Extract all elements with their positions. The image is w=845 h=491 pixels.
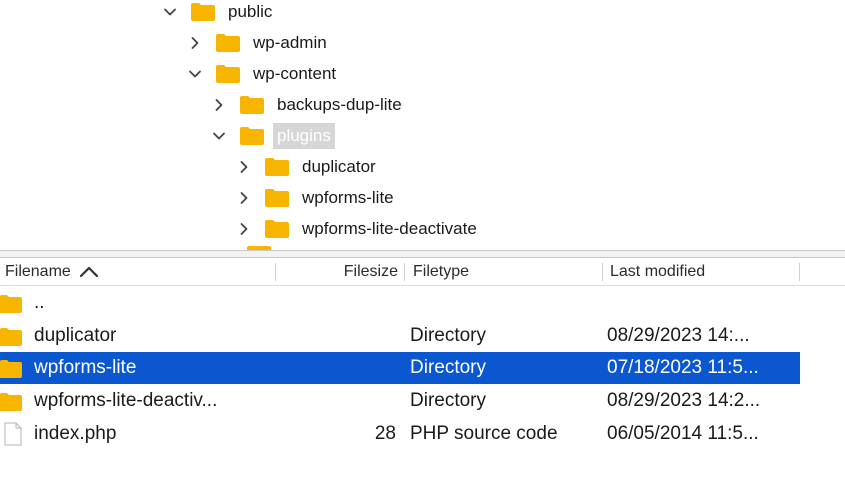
column-divider[interactable]: [602, 263, 603, 281]
tree-item-label: public: [228, 1, 273, 21]
modified-cell: 08/29/2023 14:...: [607, 325, 750, 346]
tree-item-label: wpforms-lite: [302, 187, 394, 207]
tree-item-backups-dup-lite[interactable]: backups-dup-lite: [212, 89, 406, 120]
filetype-cell: PHP source code: [410, 423, 558, 444]
chevron-right-icon[interactable]: [237, 191, 251, 205]
tree-item-label: backups-dup-lite: [277, 94, 402, 114]
filename-cell: ..: [34, 292, 45, 313]
column-header-label: Last modified: [610, 263, 706, 280]
column-header-label: Filetype: [413, 263, 470, 280]
column-divider[interactable]: [799, 263, 800, 281]
modified-cell: 08/29/2023 14:2...: [607, 390, 761, 411]
folder-icon: [265, 188, 289, 207]
filename-cell: duplicator: [34, 325, 117, 346]
chevron-right-icon[interactable]: [188, 36, 202, 50]
folder-icon: [240, 126, 264, 145]
table-row[interactable]: wpforms-lite-deactiv... Directory 08/29/…: [0, 385, 800, 417]
folder-icon: [0, 392, 22, 411]
filetype-cell: Directory: [410, 325, 487, 346]
tree-item-wp-content[interactable]: wp-content: [188, 58, 340, 89]
column-header-last-modified[interactable]: Last modified: [610, 258, 705, 286]
folder-icon: [216, 33, 240, 52]
tree-item-label: wpforms-lite-deactivate: [302, 218, 477, 238]
column-header-filename[interactable]: Filename: [5, 258, 99, 286]
filetype-cell: Directory: [410, 390, 487, 411]
tree-item-public[interactable]: public: [163, 0, 276, 27]
table-row[interactable]: index.php 28 PHP source code 06/05/2014 …: [0, 418, 800, 450]
column-header-filetype[interactable]: Filetype: [413, 258, 469, 286]
tree-item-wpforms-lite-deactivate[interactable]: wpforms-lite-deactivate: [237, 213, 481, 244]
filename-cell: wpforms-lite-deactiv...: [34, 390, 218, 411]
filetype-cell: Directory: [410, 357, 487, 378]
file-icon: [4, 422, 22, 446]
tree-item-label: wp-content: [253, 63, 337, 83]
tree-item-label: duplicator: [302, 156, 376, 176]
tree-item-label: plugins: [273, 122, 335, 149]
column-header-label: Filename: [5, 263, 71, 280]
modified-cell: 07/18/2023 11:5...: [607, 357, 759, 378]
folder-icon: [240, 95, 264, 114]
chevron-down-icon[interactable]: [163, 5, 177, 19]
chevron-right-icon[interactable]: [237, 160, 251, 174]
list-header: Filename Filesize Filetype Last modified: [0, 258, 845, 286]
filesize-cell: 28: [374, 423, 396, 444]
modified-cell: 06/05/2014 11:5...: [607, 423, 759, 444]
column-header-label: Filesize: [343, 263, 398, 280]
tree-item-label: wp-admin: [253, 32, 327, 52]
folder-icon: [0, 359, 22, 378]
table-row-selected[interactable]: wpforms-lite Directory 07/18/2023 11:5..…: [0, 352, 800, 384]
chevron-right-icon[interactable]: [237, 222, 251, 236]
table-row[interactable]: duplicator Directory 08/29/2023 14:...: [0, 320, 800, 352]
filename-cell: wpforms-lite: [34, 357, 137, 378]
chevron-up-icon[interactable]: [79, 265, 99, 279]
table-row[interactable]: ..: [0, 287, 800, 319]
column-divider[interactable]: [404, 263, 405, 281]
filename-cell: index.php: [34, 423, 117, 444]
tree-item-duplicator[interactable]: duplicator: [237, 151, 380, 182]
folder-icon: [216, 64, 240, 83]
folder-icon: [0, 327, 22, 346]
tree-item-plugins[interactable]: plugins: [212, 120, 335, 151]
pane-splitter[interactable]: [0, 250, 845, 258]
chevron-down-icon[interactable]: [188, 67, 202, 81]
tree-item-wpforms-lite[interactable]: wpforms-lite: [237, 182, 398, 213]
chevron-down-icon[interactable]: [212, 129, 226, 143]
directory-tree: public wp-admin wp-content backups-dup-l…: [0, 0, 845, 250]
folder-icon: [265, 157, 289, 176]
folder-icon: [265, 219, 289, 238]
column-header-filesize[interactable]: Filesize: [276, 258, 398, 286]
chevron-right-icon[interactable]: [212, 98, 226, 112]
file-list: Filename Filesize Filetype Last modified…: [0, 258, 845, 491]
folder-icon: [0, 294, 22, 313]
folder-icon: [191, 2, 215, 21]
tree-item-wp-admin[interactable]: wp-admin: [188, 27, 331, 58]
